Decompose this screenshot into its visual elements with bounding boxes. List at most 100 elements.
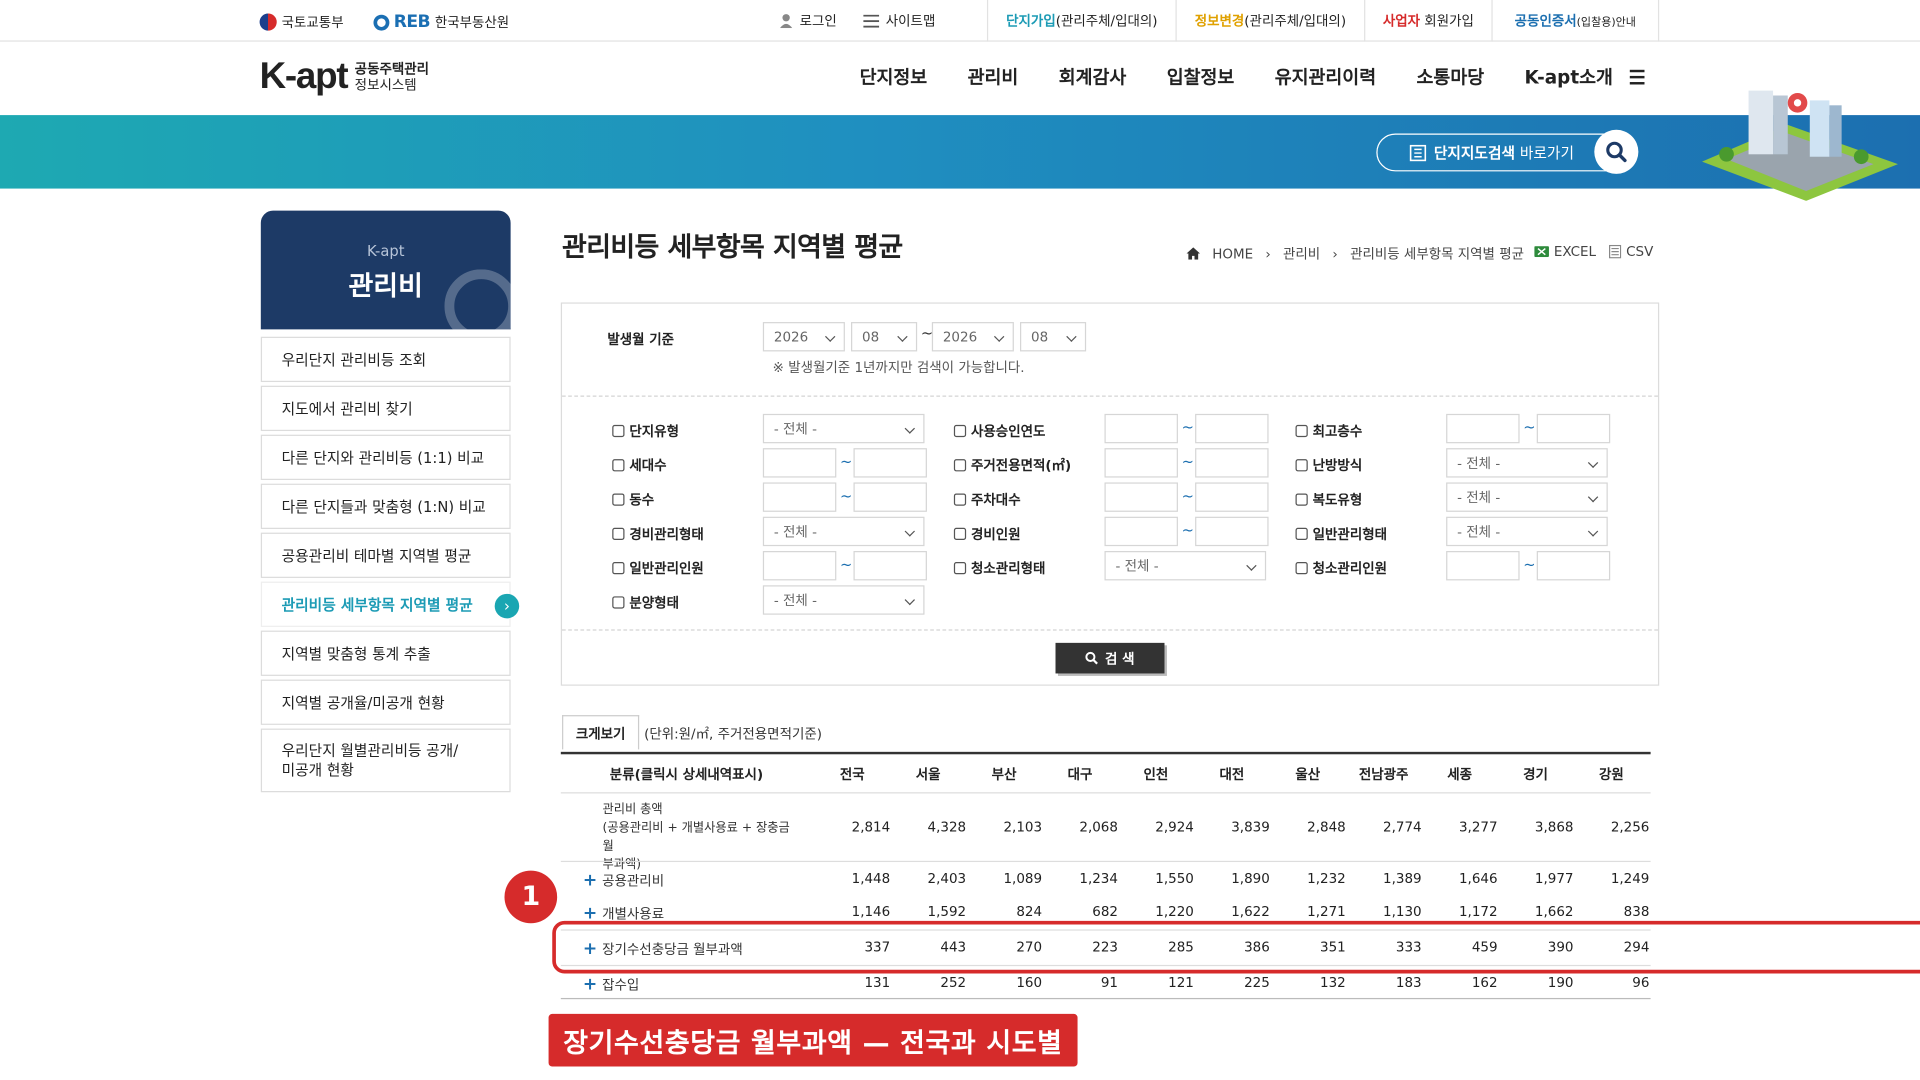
checkbox[interactable] [612,527,625,541]
filter-heating[interactable]: 난방방식 [1295,456,1362,476]
filter-security-staff[interactable]: 경비인원 [953,524,1021,544]
from-month-select[interactable]: 08 [851,322,918,352]
join-complex-link[interactable]: 단지가입 (관리주체/입대의) [986,0,1176,42]
sidebar-item-disclosure-rate[interactable]: 지역별 공개율/미공개 현황 [260,679,511,725]
general-staff-max-input[interactable] [853,551,927,581]
sitemap-link[interactable]: 사이트맵 [863,11,935,31]
security-staff-max-input[interactable] [1195,516,1269,547]
filter-corridor[interactable]: 복도유형 [1295,490,1362,510]
general-management-select[interactable]: - 전체 - [1446,516,1608,547]
buildings-min-input[interactable] [762,482,837,512]
checkbox[interactable] [612,459,625,472]
row-expand-toggle[interactable]: + 잡수입 [583,975,639,995]
nav-management-fee[interactable]: 관리비 [968,64,1019,90]
breadcrumb-fee[interactable]: 관리비 [1283,244,1320,264]
from-year-select[interactable]: 2026 [762,322,845,352]
filter-approval-year[interactable]: 사용승인연도 [953,421,1045,441]
kapt-logo[interactable]: K-apt 공동주택관리 정보시스템 [260,56,429,98]
filter-cleaning-type[interactable]: 청소관리형태 [953,558,1045,578]
checkbox[interactable] [612,596,625,609]
sidebar-item-compare-1-n[interactable]: 다른 단지들과 맞춤형 (1:N) 비교 [260,483,511,529]
sidebar-item-label: 지역별 맞춤형 통계 추출 [281,645,431,663]
checkbox[interactable] [1295,459,1308,472]
table-divider [560,792,1651,794]
checkbox[interactable] [612,493,625,506]
reb-logo[interactable]: REB 한국부동산원 [372,12,509,32]
corridor-select[interactable]: - 전체 - [1446,482,1608,512]
business-join-link[interactable]: 사업자 회원가입 [1364,0,1491,42]
sidebar-item-detail-average[interactable]: 관리비등 세부항목 지역별 평균 [260,581,511,627]
sidebar-item-custom-stats[interactable]: 지역별 맞춤형 통계 추출 [260,630,511,676]
checkbox[interactable] [953,493,967,506]
households-max-input[interactable] [853,448,927,478]
parking-min-input[interactable] [1104,482,1178,512]
filter-complex-type[interactable]: 단지유형 [612,421,679,441]
sale-type-select[interactable]: - 전체 - [762,585,925,615]
filter-general-management[interactable]: 일반관리형태 [1295,524,1387,544]
molit-logo[interactable]: 국토교통부 [259,12,344,32]
nav-audit[interactable]: 회계감사 [1059,64,1127,90]
filter-buildings[interactable]: 동수 [612,490,654,510]
checkbox[interactable] [1295,562,1308,575]
exclusive-area-max-input[interactable] [1195,448,1269,478]
nav-bidding[interactable]: 입찰정보 [1167,64,1235,90]
sidebar-item-monthly-disclosure[interactable]: 우리단지 월별관리비등 공개/ 미공개 현황 [260,728,511,793]
security-staff-min-input[interactable] [1104,516,1178,547]
households-min-input[interactable] [762,448,837,478]
buildings-max-input[interactable] [853,482,927,512]
cleaning-staff-min-input[interactable] [1446,551,1520,581]
nav-community[interactable]: 소통마당 [1417,64,1485,90]
filter-security-type[interactable]: 경비관리형태 [612,524,704,544]
max-floors-min-input[interactable] [1446,413,1520,444]
nav-about[interactable]: K-apt소개 [1525,64,1613,90]
checkbox[interactable] [612,424,625,438]
checkbox[interactable] [953,459,967,472]
sidebar-item-my-complex[interactable]: 우리단지 관리비등 조회 [260,336,511,383]
parking-max-input[interactable] [1195,482,1269,512]
info-change-link[interactable]: 정보변경 (관리주체/입대의) [1175,0,1365,42]
sidebar-item-theme-average[interactable]: 공용관리비 테마별 지역별 평균 [260,532,511,578]
excel-download[interactable]: EXCEL [1534,244,1596,260]
search-icon [1085,651,1099,665]
map-search-icon-button[interactable] [1594,129,1639,174]
approval-year-max-input[interactable] [1195,413,1269,444]
nav-maintenance[interactable]: 유지관리이력 [1275,64,1376,90]
hamburger-menu-icon[interactable] [1629,69,1645,88]
checkbox[interactable] [1295,493,1308,506]
certificate-link[interactable]: 공동인증서 (입찰용)안내 [1491,0,1660,42]
sidebar-item-map-search[interactable]: 지도에서 관리비 찾기 [260,385,511,432]
sidebar-item-label: 우리단지 관리비등 조회 [281,351,427,369]
checkbox[interactable] [612,562,625,575]
security-type-select[interactable]: - 전체 - [762,516,925,547]
max-floors-max-input[interactable] [1536,413,1611,444]
login-link[interactable]: 로그인 [779,11,837,31]
filter-exclusive-area[interactable]: 주거전용면적(㎡) [953,456,1071,476]
cleaning-staff-max-input[interactable] [1536,551,1611,581]
nav-complex-info[interactable]: 단지정보 [860,64,928,90]
to-year-select[interactable]: 2026 [931,322,1014,352]
filter-cleaning-staff[interactable]: 청소관리인원 [1295,558,1387,578]
enlarge-view-button[interactable]: 크게보기 [562,715,640,750]
sidebar-item-compare-1-1[interactable]: 다른 단지와 관리비등 (1:1) 비교 [260,434,511,481]
to-month-select[interactable]: 08 [1020,322,1087,352]
breadcrumb-home[interactable]: HOME [1212,246,1253,262]
filter-max-floors[interactable]: 최고층수 [1295,421,1362,441]
filter-general-staff[interactable]: 일반관리인원 [612,558,704,578]
checkbox[interactable] [953,562,967,575]
cleaning-type-select[interactable]: - 전체 - [1104,551,1267,581]
filter-sale-type[interactable]: 분양형태 [612,593,679,613]
checkbox[interactable] [1295,424,1308,438]
general-staff-min-input[interactable] [762,551,837,581]
exclusive-area-min-input[interactable] [1104,448,1178,478]
heating-select[interactable]: - 전체 - [1446,448,1608,478]
csv-download[interactable]: CSV [1608,244,1653,260]
search-button[interactable]: 검 색 [1055,642,1165,674]
checkbox[interactable] [1295,527,1308,541]
approval-year-min-input[interactable] [1104,413,1178,444]
filter-households[interactable]: 세대수 [612,456,667,476]
checkbox[interactable] [953,424,967,438]
checkbox[interactable] [953,527,967,541]
filter-parking[interactable]: 주차대수 [953,490,1021,510]
row-expand-toggle[interactable]: + 공용관리비 [583,871,664,891]
complex-type-select[interactable]: - 전체 - [762,413,925,444]
